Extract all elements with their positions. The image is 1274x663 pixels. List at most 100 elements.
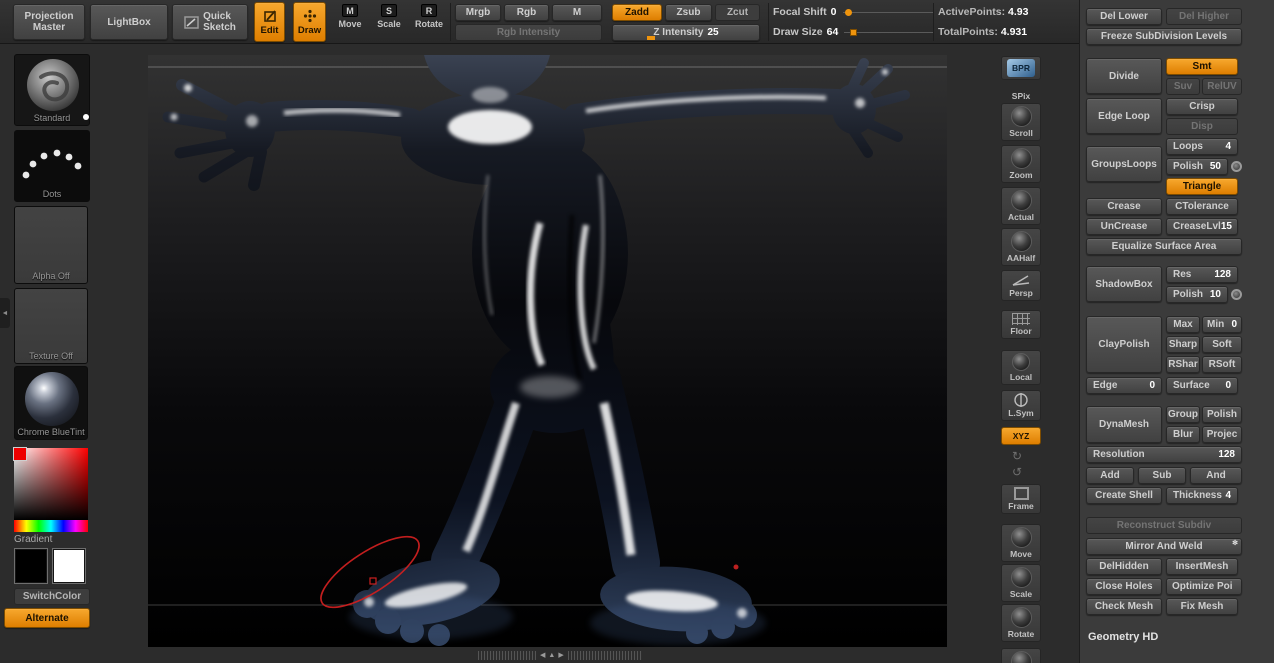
del-lower-button[interactable]: Del Lower (1086, 8, 1162, 25)
thickness-slider[interactable]: Thickness 4 (1166, 487, 1238, 504)
dynamesh-group-toggle[interactable]: Group (1166, 406, 1200, 423)
groups-loops-button[interactable]: GroupsLoops (1086, 146, 1162, 182)
polish-shadowbox-radio[interactable] (1231, 289, 1242, 300)
switch-color-button[interactable]: SwitchColor (14, 588, 90, 605)
creaselvl-slider[interactable]: CreaseLvl 15 (1166, 218, 1238, 235)
scroll-up-icon[interactable]: ▲ (548, 652, 555, 659)
divide-button[interactable]: Divide (1086, 58, 1162, 94)
scroll-right-icon[interactable]: ▶ (558, 651, 563, 659)
freeze-subdivision-button[interactable]: Freeze SubDivision Levels (1086, 28, 1242, 45)
surface-slider[interactable]: Surface 0 (1166, 377, 1238, 394)
draw-size-track[interactable] (844, 32, 933, 33)
sculpt-viewport[interactable] (148, 55, 947, 647)
floor-toggle-button[interactable]: Floor (1001, 310, 1041, 339)
dynamesh-polish-toggle[interactable]: Polish (1202, 406, 1242, 423)
suv-toggle[interactable]: Suv (1166, 78, 1200, 95)
zadd-button[interactable]: Zadd (612, 4, 662, 21)
claypolish-min-slider[interactable]: Min 0 (1202, 316, 1242, 333)
claypolish-rshar-slider[interactable]: RShar (1166, 356, 1200, 373)
del-higher-button[interactable]: Del Higher (1166, 8, 1242, 25)
nav-move-button[interactable]: Move (1001, 524, 1041, 562)
focal-shift-handle[interactable] (845, 9, 852, 16)
smt-toggle[interactable]: Smt (1166, 58, 1238, 75)
equalize-surface-button[interactable]: Equalize Surface Area (1086, 238, 1242, 255)
loops-slider[interactable]: Loops 4 (1166, 138, 1238, 155)
check-mesh-button[interactable]: Check Mesh (1086, 598, 1162, 615)
claypolish-soft-slider[interactable]: Soft (1202, 336, 1242, 353)
del-hidden-button[interactable]: DelHidden (1086, 558, 1162, 575)
alternate-button[interactable]: Alternate (4, 608, 90, 628)
focal-shift-slider[interactable]: Focal Shift 0 (773, 4, 933, 20)
main-color-swatch[interactable] (14, 548, 48, 584)
edge-loop-button[interactable]: Edge Loop (1086, 98, 1162, 134)
canvas-hscrollbar-right[interactable] (568, 651, 642, 660)
uncrease-button[interactable]: UnCrease (1086, 218, 1162, 235)
close-holes-button[interactable]: Close Holes (1086, 578, 1162, 595)
mrgb-button[interactable]: Mrgb (455, 4, 501, 21)
polish-loops-radio[interactable] (1231, 161, 1242, 172)
triangle-toggle[interactable]: Triangle (1166, 178, 1238, 195)
hue-bar[interactable] (14, 520, 88, 532)
resolution-slider[interactable]: Resolution 128 (1086, 446, 1242, 463)
frame-button[interactable]: Frame (1001, 484, 1041, 514)
zcut-button[interactable]: Zcut (715, 4, 760, 21)
claypolish-rsoft-slider[interactable]: RSoft (1202, 356, 1242, 373)
boolean-and-toggle[interactable]: And (1190, 467, 1242, 484)
nav-extra-button[interactable] (1001, 648, 1041, 663)
claypolish-button[interactable]: ClayPolish (1086, 316, 1162, 373)
bpr-button[interactable]: BPR (1001, 56, 1041, 80)
draw-button[interactable]: Draw (293, 2, 326, 42)
edit-button[interactable]: Edit (254, 2, 285, 42)
mirror-and-weld-button[interactable]: Mirror And Weld ✻ (1086, 538, 1242, 555)
boolean-sub-toggle[interactable]: Sub (1138, 467, 1186, 484)
reluv-toggle[interactable]: RelUV (1202, 78, 1242, 95)
lsym-toggle-button[interactable]: L.Sym (1001, 390, 1041, 421)
claypolish-max-slider[interactable]: Max (1166, 316, 1200, 333)
optimize-points-button[interactable]: Optimize Poi (1166, 578, 1242, 595)
quick-sketch-button[interactable]: Quick Sketch (172, 4, 248, 40)
spin-cw-icon[interactable]: ↻ (1012, 449, 1022, 463)
move-button[interactable]: M Move (335, 4, 365, 29)
disp-toggle[interactable]: Disp (1166, 118, 1238, 135)
crisp-toggle[interactable]: Crisp (1166, 98, 1238, 115)
ctolerance-slider[interactable]: CTolerance (1166, 198, 1238, 215)
crease-button[interactable]: Crease (1086, 198, 1162, 215)
dynamesh-button[interactable]: DynaMesh (1086, 406, 1162, 443)
claypolish-sharp-slider[interactable]: Sharp (1166, 336, 1200, 353)
material-selector[interactable]: Chrome BlueTint (14, 366, 88, 440)
zsub-button[interactable]: Zsub (665, 4, 712, 21)
viewport-render[interactable] (148, 55, 947, 647)
scale-button[interactable]: S Scale (373, 4, 405, 29)
edge-slider[interactable]: Edge 0 (1086, 377, 1162, 394)
color-picker[interactable] (14, 448, 88, 532)
z-intensity-slider[interactable]: Z Intensity 25 (612, 24, 760, 41)
persp-toggle-button[interactable]: Persp (1001, 270, 1041, 301)
alpha-selector[interactable]: Alpha Off (14, 206, 88, 284)
canvas-hscrollbar-left[interactable] (478, 651, 536, 660)
tray-collapse-arrow[interactable]: ◄ (0, 298, 10, 328)
rgb-button[interactable]: Rgb (504, 4, 549, 21)
shadowbox-button[interactable]: ShadowBox (1086, 266, 1162, 302)
create-shell-button[interactable]: Create Shell (1086, 487, 1162, 504)
boolean-add-toggle[interactable]: Add (1086, 467, 1134, 484)
actual-size-button[interactable]: Actual (1001, 187, 1041, 225)
lightbox-button[interactable]: LightBox (90, 4, 168, 40)
fix-mesh-button[interactable]: Fix Mesh (1166, 598, 1238, 615)
stroke-selector[interactable]: Dots (14, 130, 90, 202)
projection-master-button[interactable]: Projection Master (13, 4, 85, 40)
dynamesh-blur-slider[interactable]: Blur (1166, 426, 1200, 443)
brush-selector[interactable]: Standard (14, 54, 90, 126)
rotate-button[interactable]: R Rotate (411, 4, 447, 29)
polish-shadowbox-slider[interactable]: Polish 10 (1166, 286, 1228, 303)
rgb-intensity-slider[interactable]: Rgb Intensity (455, 24, 602, 41)
spin-ccw-icon[interactable]: ↺ (1012, 465, 1022, 479)
xyz-sym-button[interactable]: XYZ (1001, 427, 1041, 445)
insert-mesh-button[interactable]: InsertMesh (1166, 558, 1238, 575)
secondary-color-swatch[interactable] (52, 548, 86, 584)
draw-size-slider[interactable]: Draw Size 64 (773, 24, 933, 40)
texture-selector[interactable]: Texture Off (14, 288, 88, 364)
m-button[interactable]: M (552, 4, 602, 21)
dynamesh-project-toggle[interactable]: Projec (1202, 426, 1242, 443)
focal-shift-track[interactable] (843, 12, 933, 13)
nav-rotate-button[interactable]: Rotate (1001, 604, 1041, 642)
